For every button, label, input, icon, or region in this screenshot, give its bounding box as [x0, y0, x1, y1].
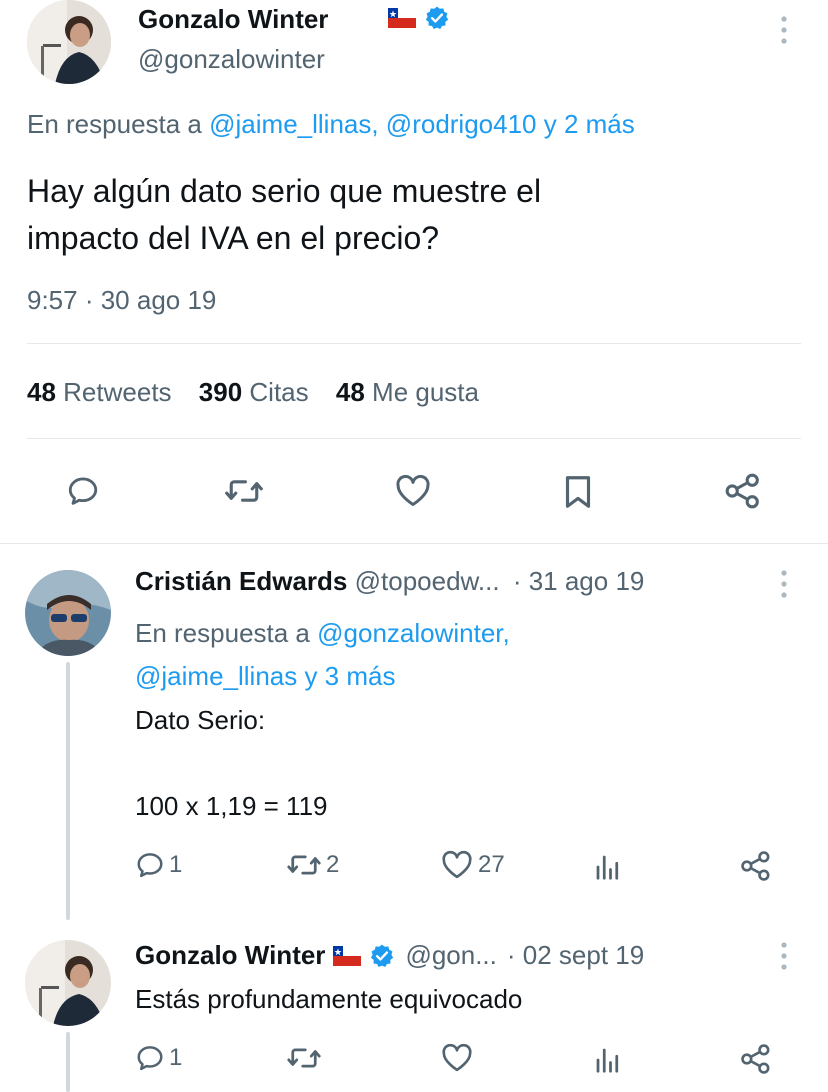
reply-context-prefix: En respuesta a — [27, 109, 202, 139]
quotes-label: Citas — [249, 377, 309, 407]
reply-1-text-line-2: 100 x 1,19 = 119 — [135, 791, 328, 821]
reply-1-author-name[interactable]: Cristián Edwards — [135, 566, 347, 596]
avatar-gonzalo-winter[interactable] — [27, 0, 111, 84]
reply-2-reply-count: 1 — [169, 1044, 183, 1071]
retweets-count: 48 — [27, 377, 56, 407]
tweet-text-line-2: impacto del IVA en el precio? — [27, 220, 440, 256]
divider — [27, 343, 801, 344]
reply-1-like-button[interactable]: 27 — [440, 850, 505, 880]
reply-1-text-line-1: Dato Serio: — [135, 705, 266, 735]
likes-label: Me gusta — [372, 377, 479, 407]
heart-icon — [396, 474, 430, 506]
reply-2-text: Estás profundamente equivocado — [135, 984, 523, 1014]
avatar-cristian-edwards[interactable] — [25, 570, 111, 656]
tweet-text-line-1: Hay algún dato serio que muestre el — [27, 173, 542, 209]
reply-1-like-count: 27 — [478, 851, 505, 878]
reply-context-mentions[interactable]: @jaime_llinas, @rodrigo410 y 2 más — [209, 109, 635, 139]
like-button[interactable] — [394, 474, 432, 508]
reply-1-share-button[interactable] — [739, 850, 773, 882]
retweet-icon — [287, 855, 321, 875]
reply-1-views-button[interactable] — [593, 852, 623, 882]
reply-1-date[interactable]: · 31 ago 19 — [513, 566, 645, 596]
divider — [27, 438, 801, 439]
more-vertical-icon[interactable] — [778, 14, 790, 51]
tweet-stats: 48 Retweets 390 Citas 48 Me gusta — [27, 377, 479, 408]
heart-icon — [442, 1043, 472, 1072]
reply-2-header: Gonzalo Winter @gon... · 02 sept 19 — [135, 940, 644, 971]
views-icon — [596, 855, 619, 880]
tweet-text: Hay algún dato serio que muestre el impa… — [27, 168, 541, 262]
thread-line — [66, 1032, 70, 1092]
reply-1-mention-1[interactable]: @gonzalowinter, — [317, 618, 510, 648]
reply-1-mention-2[interactable]: @jaime_llinas y 3 más — [135, 655, 510, 698]
share-icon — [725, 473, 759, 509]
author-name[interactable]: Gonzalo Winter — [138, 4, 328, 35]
reply-2-reply-button[interactable]: 1 — [135, 1043, 182, 1073]
chile-flag-icon — [333, 945, 362, 966]
retweets-stat[interactable]: 48 Retweets — [27, 377, 179, 407]
reply-icon — [137, 1046, 163, 1071]
reply-2-date[interactable]: · 02 sept 19 — [507, 940, 644, 971]
heart-icon — [442, 850, 472, 879]
reply-1-header: Cristián Edwards @topoedw... · 31 ago 19 — [135, 566, 644, 597]
quotes-stat[interactable]: 390 Citas — [199, 377, 316, 407]
share-icon — [741, 851, 770, 881]
verified-badge-icon — [369, 943, 395, 969]
bookmark-icon — [565, 476, 591, 508]
retweets-label: Retweets — [63, 377, 172, 407]
reply-2-like-button[interactable] — [440, 1043, 474, 1073]
reply-context: En respuesta a @jaime_llinas, @rodrigo41… — [27, 109, 635, 140]
reply-1-reply-button[interactable]: 1 — [135, 850, 182, 880]
reply-1-context: En respuesta a @gonzalowinter, @jaime_ll… — [135, 612, 510, 698]
reply-1-reply-count: 1 — [169, 851, 183, 878]
tweet-timestamp[interactable]: 9:57 · 30 ago 19 — [27, 285, 216, 316]
more-vertical-icon[interactable] — [778, 940, 790, 977]
author-handle[interactable]: @gonzalowinter — [138, 44, 325, 75]
quotes-count: 390 — [198, 377, 243, 407]
reply-1-retweet-count: 2 — [326, 851, 340, 878]
avatar-gonzalo-winter[interactable] — [25, 940, 111, 1026]
thread-line — [66, 662, 70, 920]
reply-2-author-handle[interactable]: @gon... — [405, 940, 496, 971]
likes-count: 48 — [335, 377, 365, 407]
reply-2-author-name[interactable]: Gonzalo Winter — [135, 940, 325, 971]
share-icon — [741, 1044, 770, 1074]
verified-badge-icon — [424, 5, 450, 36]
reply-1-author-handle[interactable]: @topoedw... — [355, 566, 500, 596]
views-icon — [596, 1048, 619, 1073]
retweet-icon — [287, 1048, 321, 1068]
retweet-button[interactable] — [224, 474, 264, 508]
reply-2-retweet-button[interactable] — [286, 1043, 322, 1073]
reply-button[interactable] — [66, 474, 100, 508]
share-button[interactable] — [723, 472, 763, 510]
likes-stat[interactable]: 48 Me gusta — [336, 377, 479, 407]
bookmark-button[interactable] — [563, 474, 593, 510]
reply-2-views-button[interactable] — [593, 1045, 623, 1075]
reply-icon — [137, 853, 163, 878]
chile-flag-icon — [388, 8, 416, 33]
reply-2-share-button[interactable] — [739, 1043, 773, 1075]
reply-1-retweet-button[interactable]: 2 — [286, 850, 339, 880]
reply-1-context-prefix: En respuesta a — [135, 618, 310, 648]
reply-icon — [68, 477, 98, 505]
more-vertical-icon[interactable] — [778, 568, 790, 605]
divider — [0, 543, 828, 544]
retweet-icon — [225, 480, 263, 502]
